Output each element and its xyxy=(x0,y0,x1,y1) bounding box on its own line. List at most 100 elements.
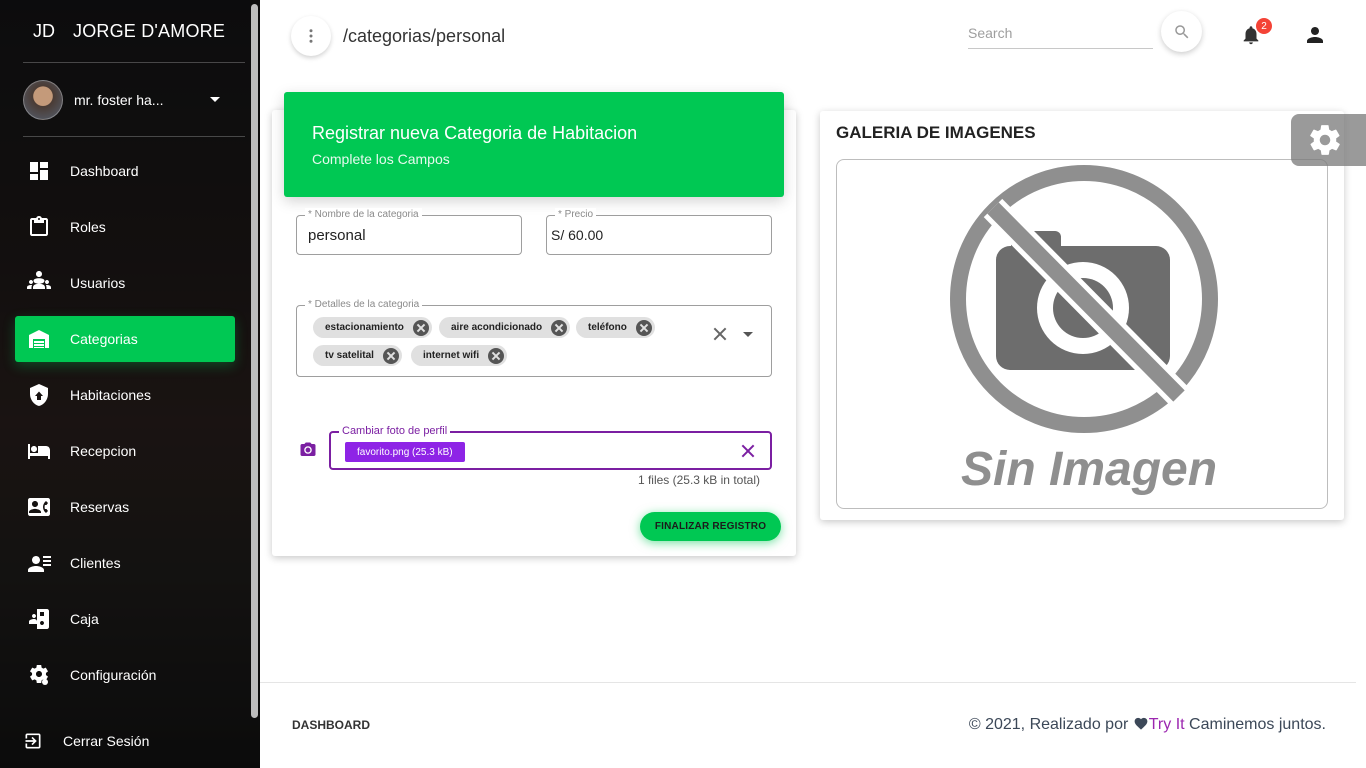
copyright-text: © 2021, Realizado por xyxy=(968,716,1129,733)
person-list-icon xyxy=(28,556,51,572)
chip-label: teléfono xyxy=(588,322,627,333)
search-field xyxy=(968,21,1153,49)
search-icon xyxy=(1174,24,1188,38)
person-icon xyxy=(1307,27,1323,43)
category-name-field[interactable]: * Nombre de la categoria personal xyxy=(296,208,522,255)
footer-dashboard-link[interactable]: DASHBOARD xyxy=(292,718,370,732)
chip-remove-icon[interactable] xyxy=(635,319,652,336)
bed-icon xyxy=(28,444,50,459)
chip-telefono[interactable]: teléfono xyxy=(576,317,655,338)
chip-label: tv satelital xyxy=(325,350,374,361)
sidebar-item-roles[interactable]: Roles xyxy=(15,204,235,250)
tagline: Caminemos juntos. xyxy=(1189,716,1326,733)
files-hint: 1 files (25.3 kB in total) xyxy=(637,473,760,487)
settings-cog-icon xyxy=(30,665,48,685)
category-name-label: * Nombre de la categoria xyxy=(305,208,422,222)
brand-name: JORGE D'AMORE xyxy=(73,20,226,41)
sidebar-item-label: Clientes xyxy=(70,555,121,571)
more-vertical-icon xyxy=(309,29,313,43)
form-title: Registrar nueva Categoria de Habitacion xyxy=(312,123,638,143)
logout-label: Cerrar Sesión xyxy=(63,733,150,749)
garage-icon xyxy=(29,330,49,348)
sidebar-item-recepcion[interactable]: Recepcion xyxy=(15,428,235,474)
brand-mini: JD xyxy=(33,20,55,41)
chip-remove-icon[interactable] xyxy=(412,319,429,336)
category-details-field[interactable]: * Detalles de la categoria estacionamien… xyxy=(296,298,772,377)
register-icon xyxy=(29,609,49,629)
sidebar-nav: Dashboard Roles Usuarios Categorias Habi… xyxy=(0,148,260,698)
logout-button[interactable]: Cerrar Sesión xyxy=(23,731,149,751)
sidebar-item-label: Categorias xyxy=(70,331,138,347)
logout-icon xyxy=(25,733,41,749)
chip-aire-acondicionado[interactable]: aire acondicionado xyxy=(439,317,571,338)
more-menu-button[interactable] xyxy=(291,16,331,56)
chip-tv-satelital[interactable]: tv satelital xyxy=(313,345,402,366)
sidebar-item-label: Dashboard xyxy=(70,163,139,179)
sidebar-item-label: Roles xyxy=(70,219,106,235)
chip-remove-icon[interactable] xyxy=(488,347,505,364)
clipboard-icon xyxy=(30,216,48,236)
avatar xyxy=(23,79,63,120)
chip-label: aire acondicionado xyxy=(451,322,543,333)
sidebar-item-label: Usuarios xyxy=(70,275,126,291)
sidebar-item-usuarios[interactable]: Usuarios xyxy=(15,260,235,306)
top-bar: /categorias/personal 2 xyxy=(260,0,1366,72)
sidebar-item-reservas[interactable]: Reservas xyxy=(15,484,235,530)
page-route: /categorias/personal xyxy=(343,26,506,46)
sidebar-item-categorias[interactable]: Categorias xyxy=(15,316,235,362)
file-chip[interactable]: favorito.png (25.3 kB) xyxy=(345,442,465,462)
dashboard-icon xyxy=(30,162,48,180)
people-icon xyxy=(27,271,51,289)
chip-remove-icon[interactable] xyxy=(551,319,568,336)
price-value: S/ 60.00 xyxy=(551,227,604,243)
divider xyxy=(23,136,245,137)
file-input-label: Cambiar foto de perfil xyxy=(339,424,451,438)
caret-down-icon xyxy=(210,97,220,102)
form-subtitle: Complete los Campos xyxy=(312,151,450,167)
sidebar-item-dashboard[interactable]: Dashboard xyxy=(15,148,235,194)
chip-internet-wifi[interactable]: internet wifi xyxy=(411,345,508,366)
profile-button[interactable] xyxy=(1303,23,1327,47)
contact-card-icon xyxy=(28,498,50,516)
gallery-card: GALERIA DE IMAGENES Sin Imagen xyxy=(820,111,1344,520)
footer-copyright: © 2021, Realizado por Try It Caminemos j… xyxy=(900,716,1326,734)
footer-divider xyxy=(260,682,1356,683)
image-placeholder: Sin Imagen xyxy=(836,159,1328,509)
sidebar-item-configuracion[interactable]: Configuración xyxy=(15,652,235,698)
profile-photo-file-input[interactable]: Cambiar foto de perfil favorito.png (25.… xyxy=(329,424,772,470)
sidebar-item-caja[interactable]: Caja xyxy=(15,596,235,642)
category-name-value: personal xyxy=(308,227,366,244)
gallery-title: GALERIA DE IMAGENES xyxy=(836,123,1036,142)
gear-icon xyxy=(1309,125,1340,155)
chip-remove-icon[interactable] xyxy=(382,347,399,364)
category-details-label: * Detalles de la categoria xyxy=(305,298,423,312)
chip-label: internet wifi xyxy=(423,350,480,361)
clear-icon[interactable] xyxy=(713,327,727,341)
price-field[interactable]: * Precio S/ 60.00 xyxy=(546,208,772,255)
try-it-link[interactable]: Try It xyxy=(1149,716,1185,733)
sidebar-item-clientes[interactable]: Clientes xyxy=(15,540,235,586)
settings-fab[interactable] xyxy=(1291,114,1366,166)
clear-file-icon[interactable] xyxy=(741,444,755,458)
search-button[interactable] xyxy=(1161,11,1202,52)
shield-home-icon xyxy=(30,384,48,406)
sidebar-item-label: Caja xyxy=(70,611,99,627)
brand[interactable]: JD JORGE D'AMORE xyxy=(0,0,260,62)
chip-estacionamiento[interactable]: estacionamiento xyxy=(313,317,432,338)
sidebar: JD JORGE D'AMORE mr. foster ha... Dashbo… xyxy=(0,0,260,768)
camera-icon xyxy=(299,441,317,459)
sin-imagen-text: Sin Imagen xyxy=(961,443,1217,496)
chip-label: estacionamiento xyxy=(325,322,404,333)
notification-badge: 2 xyxy=(1255,17,1273,35)
user-menu[interactable]: mr. foster ha... xyxy=(0,63,260,136)
finalize-registration-button[interactable]: FINALIZAR REGISTRO xyxy=(640,512,781,541)
sidebar-item-habitaciones[interactable]: Habitaciones xyxy=(15,372,235,418)
sidebar-scrollbar[interactable] xyxy=(251,4,258,718)
heart-icon xyxy=(1133,716,1149,730)
dropdown-arrow-icon[interactable] xyxy=(743,332,753,337)
no-camera-icon: Sin Imagen xyxy=(950,165,1218,496)
user-name: mr. foster ha... xyxy=(74,91,164,108)
sidebar-item-label: Configuración xyxy=(70,667,157,683)
search-input[interactable] xyxy=(968,21,1153,45)
sidebar-item-label: Reservas xyxy=(70,499,130,515)
